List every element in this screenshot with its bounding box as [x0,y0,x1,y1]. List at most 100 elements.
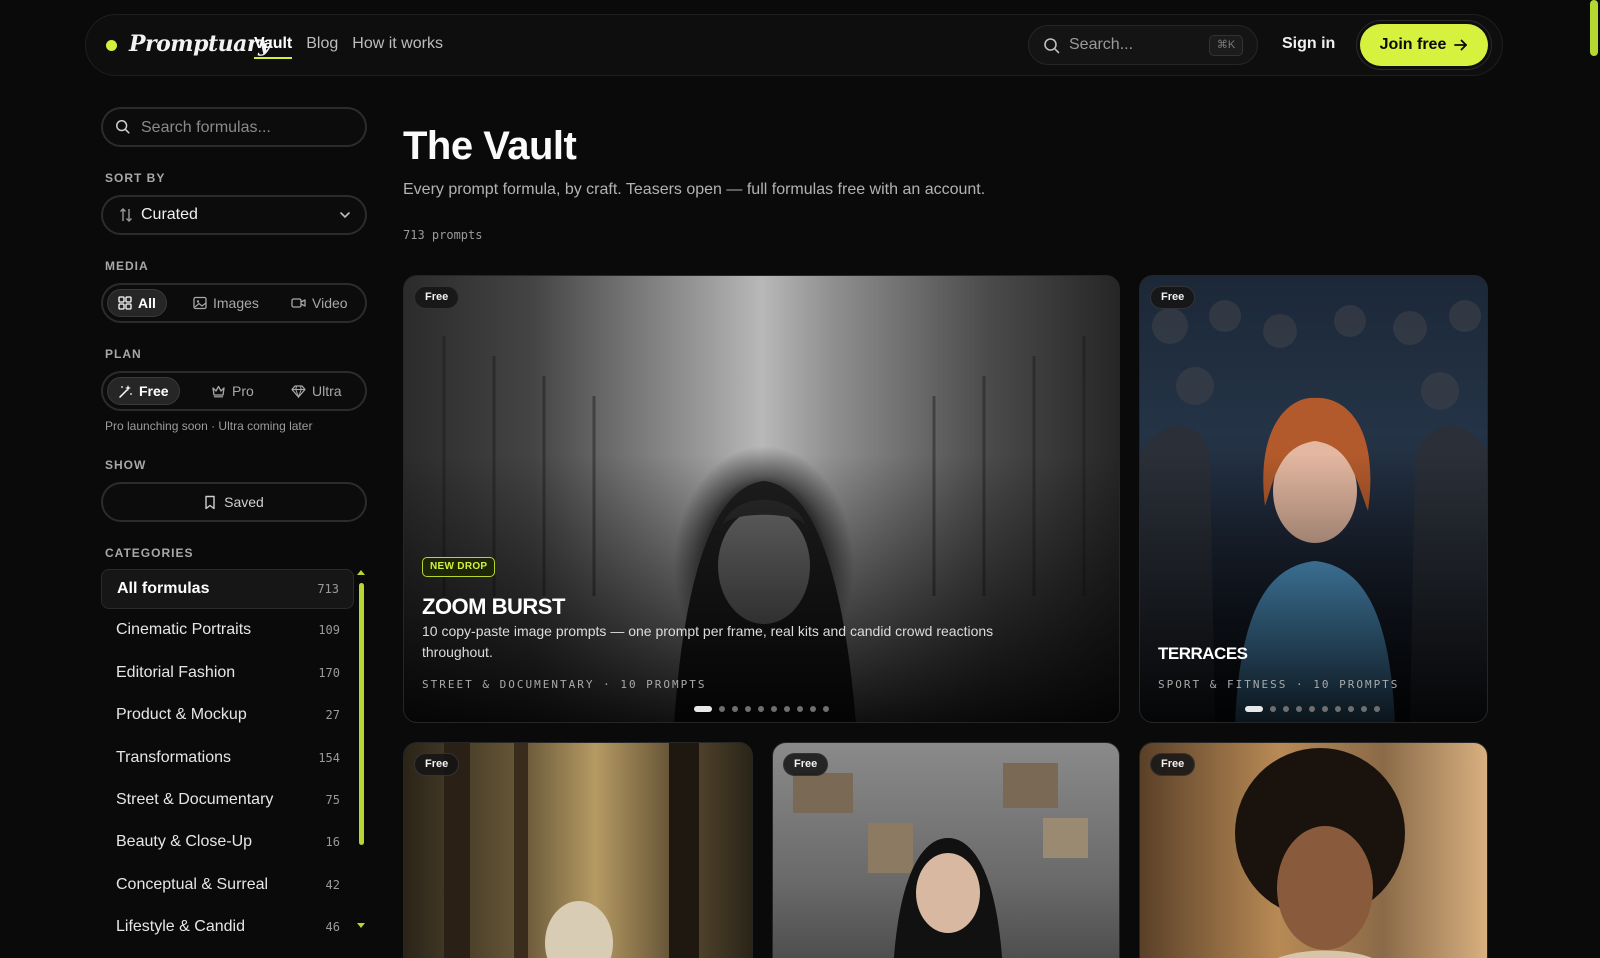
nav-vault-link[interactable]: Vault [254,35,293,59]
sort-dropdown[interactable]: Curated [101,195,367,235]
card-image-protest-portrait [793,763,1088,958]
category-count: 75 [325,792,340,807]
card-title: TERRACES [1158,644,1248,663]
search-shortcut-hint: ⌘K [1209,35,1243,56]
category-count: 16 [325,835,340,850]
media-images-button[interactable]: Images [183,289,269,317]
free-badge: Free [783,753,829,776]
media-images-label: Images [213,295,259,311]
carousel-dot[interactable] [719,706,725,712]
category-item-beauty-close-up[interactable]: Beauty & Close-Up 16 [101,823,354,863]
prompt-card-city-portrait[interactable]: Free [1139,742,1488,958]
prompt-card-protest[interactable]: Free [772,742,1120,958]
free-badge: Free [1150,286,1196,309]
carousel-dot[interactable] [694,706,712,712]
plan-pro-label: Pro [232,383,254,399]
free-badge: Free [1150,753,1196,776]
carousel-dot[interactable] [732,706,738,712]
carousel-dot[interactable] [758,706,764,712]
category-item-all-formulas[interactable]: All formulas 713 [101,569,354,609]
nav-blog-link[interactable]: Blog [306,35,338,53]
carousel-dot[interactable] [797,706,803,712]
card-description: 10 copy-paste image prompts — one prompt… [422,623,994,660]
sort-by-label: SORT BY [105,171,166,185]
card-image-curly-hair-portrait [1235,748,1405,958]
prompt-card-zoom-burst[interactable]: Free NEW DROP ZOOM BURST 10 copy-paste i… [403,275,1120,723]
formula-search-input[interactable] [141,117,351,139]
join-free-label: Join free [1379,36,1447,53]
category-item-transformations[interactable]: Transformations 154 [101,739,354,779]
plan-ultra-button[interactable]: Ultra [281,377,352,405]
category-count: 46 [325,920,340,935]
page-scrollbar[interactable] [1590,0,1598,56]
formula-search-field[interactable] [101,107,367,147]
global-search-input[interactable]: Search... ⌘K [1028,25,1258,65]
page-title: The Vault [403,124,577,168]
carousel-dot[interactable] [1374,706,1380,712]
carousel-dot[interactable] [771,706,777,712]
media-video-button[interactable]: Video [281,289,358,317]
carousel-dot[interactable] [823,706,829,712]
category-count: 713 [317,582,339,596]
card-title: ZOOM BURST [422,594,565,619]
saved-filter-button[interactable]: Saved [101,482,367,522]
join-free-button[interactable]: Join free [1360,24,1488,66]
carousel-dot[interactable] [1283,706,1289,712]
carousel-dot[interactable] [1361,706,1367,712]
carousel-dots [694,706,829,712]
prompt-card-terraces[interactable]: Free TERRACES SPORT & FITNESS · 10 PROMP… [1139,275,1488,723]
carousel-dot[interactable] [745,706,751,712]
category-name: Conceptual & Surreal [116,875,269,893]
category-item-cinematic-portraits[interactable]: Cinematic Portraits 109 [101,611,354,651]
new-drop-tag: NEW DROP [422,557,496,577]
media-all-label: All [138,295,156,311]
card-meta: SPORT & FITNESS · 10 PROMPTS [1158,678,1400,691]
carousel-dot[interactable] [1322,706,1328,712]
categories-label: CATEGORIES [105,546,194,560]
plan-free-button[interactable]: Free [107,377,180,405]
carousel-dot[interactable] [810,706,816,712]
sign-in-link[interactable]: Sign in [1282,35,1335,53]
free-badge: Free [414,286,460,309]
category-name: Product & Mockup [116,706,247,724]
carousel-dot[interactable] [1335,706,1341,712]
plan-pro-button[interactable]: Pro [201,377,264,405]
category-count: 154 [318,750,340,765]
plan-label: PLAN [105,347,142,361]
carousel-dot[interactable] [1270,706,1276,712]
scroll-up-arrow-icon[interactable] [357,570,365,575]
card-meta: STREET & DOCUMENTARY · 10 PROMPTS [422,678,707,691]
category-item-editorial-fashion[interactable]: Editorial Fashion 170 [101,654,354,694]
category-count: 27 [325,708,340,723]
scroll-down-arrow-icon[interactable] [357,923,365,928]
nav-how-it-works-link[interactable]: How it works [352,35,443,53]
carousel-dot[interactable] [1245,706,1263,712]
category-count: 170 [318,665,340,680]
category-item-conceptual-surreal[interactable]: Conceptual & Surreal 42 [101,866,354,906]
category-name: Editorial Fashion [116,663,236,681]
plan-filter: Free Pro Ultra [101,371,367,411]
sort-arrows-icon [120,208,132,222]
carousel-dot[interactable] [1309,706,1315,712]
media-all-button[interactable]: All [107,289,167,317]
image-icon [193,296,207,310]
category-item-product-mockup[interactable]: Product & Mockup 27 [101,696,354,736]
category-name: Beauty & Close-Up [116,833,253,851]
category-item-lifestyle-candid[interactable]: Lifestyle & Candid 46 [101,908,354,948]
category-item-street-documentary[interactable]: Street & Documentary 75 [101,781,354,821]
carousel-dot[interactable] [1296,706,1302,712]
sparkle-wand-icon [119,384,132,398]
prompt-card-forest[interactable]: Free [403,742,753,958]
logo[interactable]: Promptuary [129,31,271,57]
bookmark-icon [205,495,215,509]
category-count: 42 [325,877,340,892]
sort-selected-value: Curated [141,206,198,223]
category-name: Street & Documentary [116,790,274,808]
category-name: Transformations [116,748,231,766]
media-label: MEDIA [105,259,149,273]
category-scrollbar[interactable] [359,583,364,845]
carousel-dot[interactable] [1348,706,1354,712]
plan-note: Pro launching soon · Ultra coming later [105,419,313,433]
carousel-dot[interactable] [784,706,790,712]
page-subtitle: Every prompt formula, by craft. Teasers … [403,181,986,198]
